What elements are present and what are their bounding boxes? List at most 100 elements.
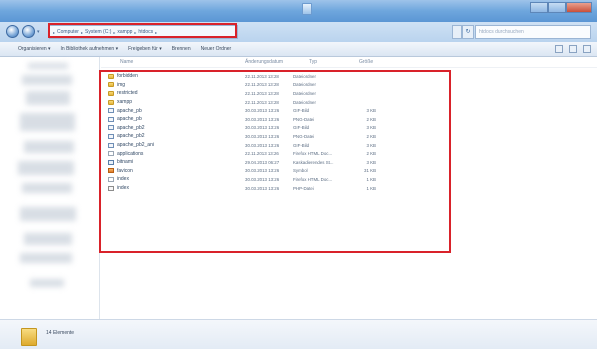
search-input[interactable]: htdocs durchsuchen [475,25,591,39]
refresh-icon[interactable]: ↻ [462,25,474,39]
file-row[interactable]: apache_pb 30.03.2013 13:26 PNG-Datei 2 K… [101,115,451,124]
file-name: restricted [117,90,138,97]
file-name: index [117,176,129,183]
column-header-type[interactable]: Typ [290,57,340,67]
file-row[interactable]: favicon 30.03.2013 13:26 Symbol 31 KB [101,167,451,176]
file-row[interactable]: xampp 22.11.2013 13:28 Dateiordner [101,98,451,107]
nav-item[interactable] [24,233,72,245]
new-folder-button[interactable]: Neuer Ordner [201,46,232,52]
file-row[interactable]: apache_pb2_ani 30.03.2013 13:26 GIF-Bild… [101,141,451,150]
file-size: 3 KB [366,159,376,165]
nav-item[interactable] [20,113,75,131]
file-size: 1 KB [366,185,376,191]
breadcrumb-separator-icon[interactable]: ▸ [81,30,83,35]
share-with-menu[interactable]: Freigeben für ▾ [128,46,162,52]
back-button[interactable] [6,25,19,38]
file-name: forbidden [117,73,138,80]
php-icon [108,185,114,191]
file-size: 2 KB [366,133,376,139]
file-row[interactable]: apache_pb2 30.03.2013 13:26 GIF-Bild 3 K… [101,124,451,133]
breadcrumb-computer[interactable]: Computer [57,29,79,35]
file-row[interactable]: img 22.11.2013 13:28 Dateiordner [101,81,451,90]
file-name: applications [117,150,144,157]
file-row[interactable]: forbidden 22.11.2013 13:28 Dateiordner [101,72,451,81]
file-row[interactable]: index 30.03.2013 13:26 PHP-Datei 1 KB [101,184,451,193]
file-date: 30.03.2013 13:26 [245,108,280,114]
nav-item[interactable] [30,279,64,287]
file-date: 22.11.2013 13:28 [245,90,279,96]
file-row[interactable]: applications 22.11.2013 13:26 Firefox HT… [101,149,451,158]
column-header-name[interactable]: Name [101,57,245,67]
file-date: 30.03.2013 13:26 [245,185,280,191]
nav-item[interactable] [18,161,74,175]
file-name: apache_pb [117,107,142,114]
file-type: GIF-Bild [293,108,310,114]
nav-item[interactable] [26,91,70,105]
nav-item[interactable] [24,141,74,153]
file-type: Dateiordner [293,90,316,96]
html-icon [108,176,114,182]
forward-button[interactable] [22,25,35,38]
file-row[interactable]: index 30.03.2013 13:26 Firefox HTML Doc.… [101,175,451,184]
file-type: Symbol [293,168,308,174]
file-date: 29.04.2013 06:27 [245,159,280,165]
file-list-pane: Name Änderungsdatum Typ Größe forbidden … [101,57,597,319]
file-size: 1 KB [366,176,376,182]
file-row[interactable]: apache_pb 30.03.2013 13:26 GIF-Bild 3 KB [101,106,451,115]
column-header-size[interactable]: Größe [340,57,380,67]
file-name: xampp [117,99,133,106]
file-type: GIF-Bild [293,142,310,148]
file-date: 22.11.2013 13:26 [245,151,279,157]
file-date: 30.03.2013 13:26 [245,142,280,148]
address-bar[interactable]: ▸ Computer ▸ System (C:) ▸ xampp ▸ htdoc… [49,25,238,39]
view-controls [555,45,591,53]
file-date: 30.03.2013 13:26 [245,176,280,182]
nav-item[interactable] [20,253,72,263]
recent-pages-chevron-icon[interactable]: ▾ [37,29,40,35]
change-view-icon[interactable] [555,45,563,53]
address-history-dropdown[interactable] [452,25,462,39]
breadcrumb-htdocs[interactable]: htdocs [138,29,153,35]
breadcrumb-separator-icon[interactable]: ▸ [134,30,136,35]
organize-menu[interactable]: Organisieren ▾ [18,46,51,52]
file-row[interactable]: apache_pb2 30.03.2013 13:26 PNG-Datei 2 … [101,132,451,141]
breadcrumb-separator-icon[interactable]: ▸ [113,30,115,35]
maximize-button[interactable] [548,2,566,13]
file-row[interactable]: bitnami 29.04.2013 06:27 Kaskadierendes … [101,158,451,167]
nav-item[interactable] [20,207,76,221]
preview-pane-icon[interactable] [569,45,577,53]
explorer-window-icon [302,3,312,15]
breadcrumb-xampp[interactable]: xampp [117,29,132,35]
help-icon[interactable] [583,45,591,53]
file-date: 30.03.2013 13:26 [245,125,280,131]
nav-item[interactable] [28,63,68,69]
file-type: GIF-Bild [293,125,310,131]
folder-breadcrumb-icon: ▸ [53,29,56,35]
include-in-library-menu[interactable]: In Bibliothek aufnehmen ▾ [61,46,119,52]
breadcrumb-separator-icon[interactable]: ▸ [155,30,157,35]
column-header-date[interactable]: Änderungsdatum [245,57,290,67]
file-name: img [117,81,126,88]
file-size: 3 KB [366,142,376,148]
image-icon [108,108,114,114]
file-type: Dateiordner [293,99,316,105]
breadcrumb-system-drive[interactable]: System (C:) [85,29,111,35]
file-date: 30.03.2013 13:26 [245,133,280,139]
file-type: Firefox HTML Doc... [293,151,333,157]
minimize-button[interactable] [530,2,548,13]
file-size: 2 KB [366,151,376,157]
nav-item[interactable] [22,75,72,85]
image-icon [108,133,114,139]
nav-item[interactable] [22,183,72,193]
html-icon [108,151,114,157]
file-name: apache_pb2_ani [117,142,154,149]
close-button[interactable] [566,2,592,13]
file-name: bitnami [117,159,134,166]
burn-button[interactable]: Brennen [172,46,191,52]
folder-icon [108,82,114,88]
file-row[interactable]: restricted 22.11.2013 13:28 Dateiordner [101,89,451,98]
file-date: 30.03.2013 13:26 [245,168,280,174]
file-list: forbidden 22.11.2013 13:28 Dateiordner i… [101,72,451,192]
file-size: 3 KB [366,125,376,131]
column-headers: Name Änderungsdatum Typ Größe [101,57,597,68]
